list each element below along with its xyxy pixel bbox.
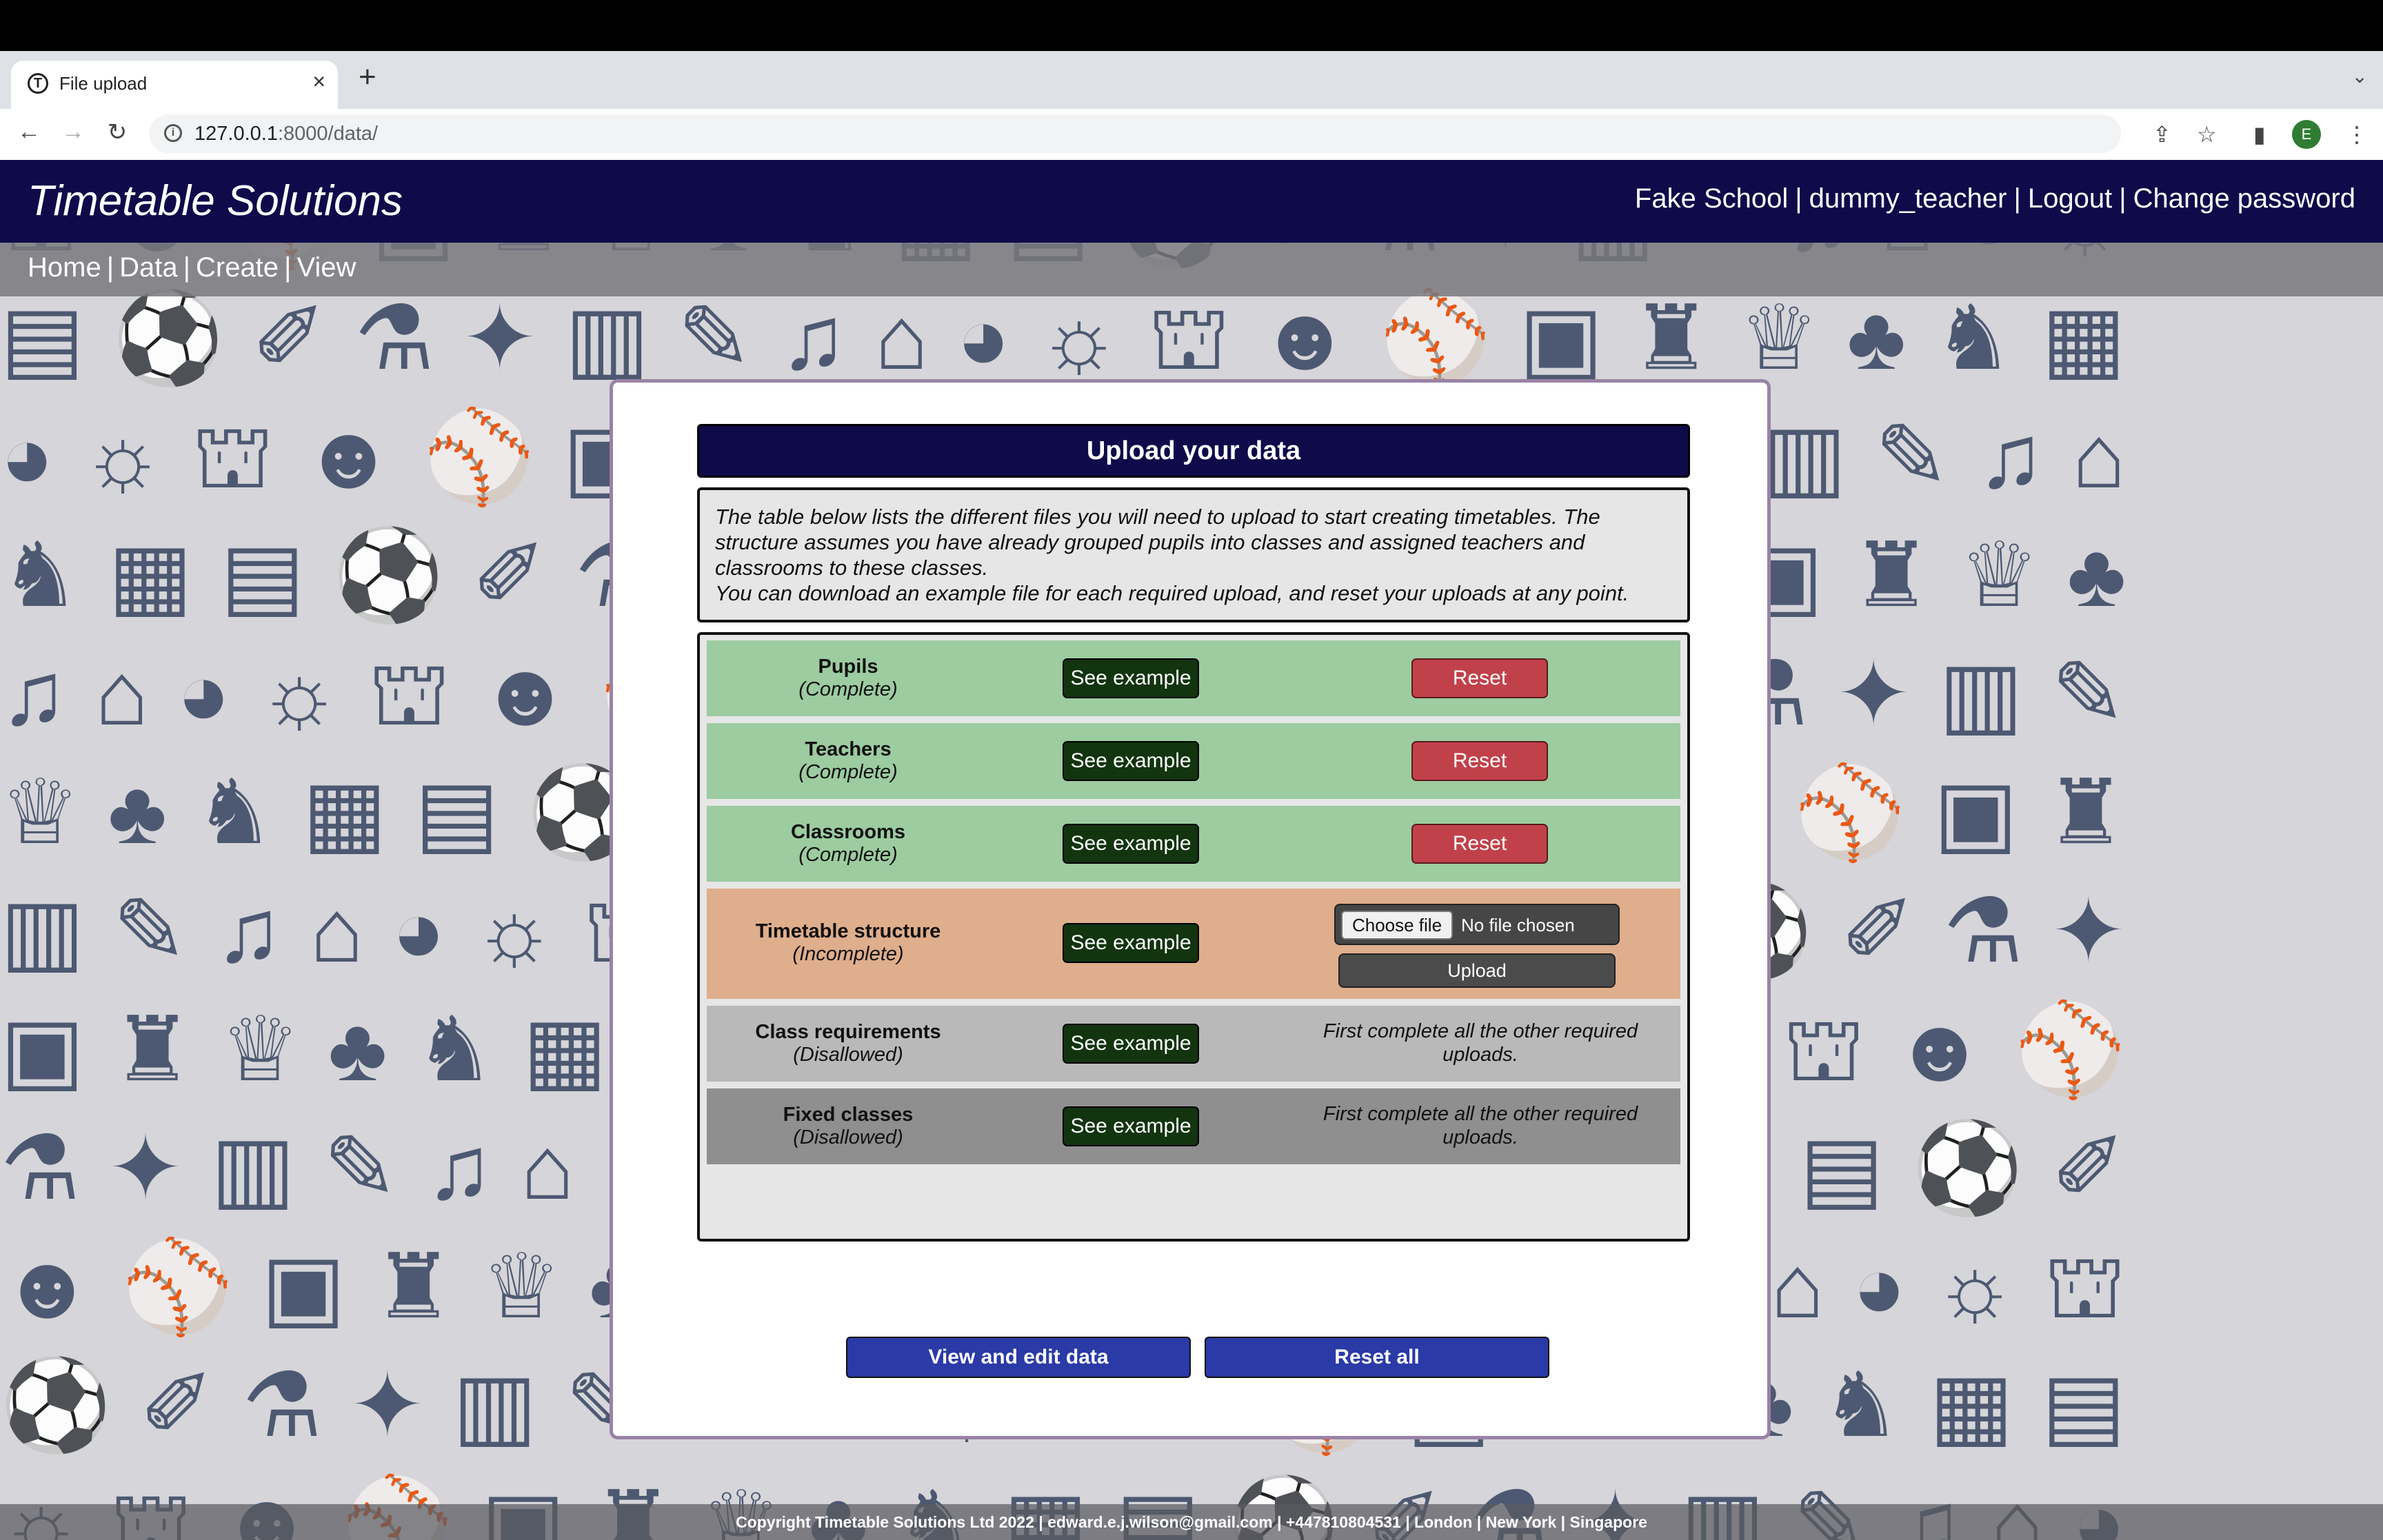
intro-paragraph: The table below lists the different file…	[715, 505, 1600, 580]
nav-home[interactable]: Home	[28, 252, 101, 283]
row-name: Classrooms	[790, 821, 905, 843]
reset-button[interactable]: Reset	[1411, 658, 1548, 698]
row-status: (Complete)	[798, 761, 898, 783]
window-top-bar	[0, 0, 2383, 51]
tab-strip: T File upload × + ⌄	[0, 51, 2383, 109]
row-name: Timetable structure	[755, 920, 941, 942]
separator: |	[284, 252, 292, 283]
table-row: Teachers (Complete) See example Reset	[707, 723, 1680, 799]
nav-data[interactable]: Data	[119, 252, 178, 283]
intro-paragraph-2: You can download an example file for eac…	[715, 581, 1629, 605]
row-name: Pupils	[818, 656, 878, 678]
see-example-button[interactable]: See example	[1063, 1106, 1199, 1146]
main-nav: Home | Data | Create | View	[28, 252, 356, 283]
separator: |	[183, 252, 190, 283]
row-label: Teachers (Complete)	[707, 738, 989, 784]
view-edit-data-button[interactable]: View and edit data	[846, 1337, 1191, 1378]
nav-create[interactable]: Create	[196, 252, 279, 283]
user-link[interactable]: dummy_teacher	[1809, 183, 2007, 214]
separator: |	[2119, 183, 2126, 214]
see-example-button[interactable]: See example	[1063, 741, 1199, 781]
see-example-button[interactable]: See example	[1063, 658, 1199, 698]
separator: |	[1795, 183, 1802, 214]
upload-panel: Upload your data The table below lists t…	[610, 379, 1771, 1439]
page-content: ⛫☻⚾▣♜♕♣♞▦▤⚽✐⚗✦▥✎♫⌂◕☼ ▤⚽✐⚗✦▥✎♫⌂◕☼⛫☻⚾▣♜♕♣♞…	[0, 160, 2383, 1540]
intro-text: The table below lists the different file…	[697, 487, 1690, 622]
school-link[interactable]: Fake School	[1635, 183, 1788, 214]
file-status: No file chosen	[1461, 915, 1575, 935]
row-label: Classrooms (Complete)	[707, 821, 989, 867]
user-nav: Fake School | dummy_teacher | Logout | Change …	[1635, 183, 2355, 214]
new-tab-button[interactable]: +	[359, 62, 376, 92]
table-row: Classrooms (Complete) See example Reset	[707, 806, 1680, 882]
disallowed-message: First complete all the other required up…	[1323, 1103, 1638, 1148]
nav-view[interactable]: View	[296, 252, 356, 283]
browser-toolbar: ← → ↻ i 127.0.0.1:8000/data/ ⇪ ☆ ▮ E ⋮	[0, 109, 2383, 161]
url-text: 127.0.0.1:8000/data/	[194, 123, 379, 145]
star-icon[interactable]: ☆	[2197, 121, 2217, 148]
panel-title: Upload your data	[697, 424, 1690, 478]
reload-icon[interactable]: ↻	[102, 119, 132, 146]
browser-tab[interactable]: T File upload ×	[11, 61, 338, 109]
tab-title: File upload	[59, 73, 148, 94]
kebab-menu-icon[interactable]: ⋮	[2346, 121, 2368, 148]
brand-title[interactable]: Timetable Solutions	[28, 176, 403, 225]
tab-search-icon[interactable]: ⌄	[2352, 65, 2368, 88]
forward-icon[interactable]: →	[58, 119, 88, 145]
favicon-icon: T	[28, 73, 48, 94]
app-header: Timetable Solutions Fake School | dummy_te…	[0, 160, 2383, 243]
separator: |	[106, 252, 114, 283]
row-status: (Complete)	[798, 678, 898, 700]
row-status: (Disallowed)	[793, 1126, 903, 1148]
row-status: (Disallowed)	[793, 1044, 903, 1066]
row-status: (Complete)	[798, 844, 898, 866]
change-password-link[interactable]: Change password	[2133, 183, 2355, 214]
separator: |	[2013, 183, 2021, 214]
row-status: (Incomplete)	[792, 943, 904, 965]
row-label: Pupils (Complete)	[707, 656, 989, 701]
info-icon[interactable]: i	[164, 124, 182, 142]
disallowed-message: First complete all the other required up…	[1323, 1020, 1638, 1066]
table-row: Pupils (Complete) See example Reset	[707, 640, 1680, 716]
main-nav-bar: Home | Data | Create | View	[0, 243, 2383, 296]
back-icon[interactable]: ←	[14, 119, 44, 145]
see-example-button[interactable]: See example	[1063, 824, 1199, 864]
row-label: Timetable structure (Incomplete)	[707, 920, 989, 966]
table-row: Timetable structure (Incomplete) See exa…	[707, 889, 1680, 999]
row-name: Class requirements	[755, 1021, 941, 1043]
file-input[interactable]: Choose file No file chosen	[1334, 904, 1620, 945]
row-label: Class requirements (Disallowed)	[707, 1021, 989, 1066]
row-name: Teachers	[805, 738, 892, 760]
footer: Copyright Timetable Solutions Ltd 2022 |…	[0, 1504, 2383, 1540]
table-row: Fixed classes (Disallowed) See example F…	[707, 1088, 1680, 1164]
reset-all-button[interactable]: Reset all	[1205, 1337, 1549, 1378]
close-tab-icon[interactable]: ×	[312, 69, 325, 94]
see-example-button[interactable]: See example	[1063, 1024, 1199, 1064]
logout-link[interactable]: Logout	[2028, 183, 2112, 214]
choose-file-button[interactable]: Choose file	[1341, 911, 1453, 940]
row-label: Fixed classes (Disallowed)	[707, 1104, 989, 1149]
table-row: Class requirements (Disallowed) See exam…	[707, 1006, 1680, 1082]
see-example-button[interactable]: See example	[1063, 923, 1199, 963]
reset-button[interactable]: Reset	[1411, 741, 1548, 781]
upload-table: Pupils (Complete) See example Reset Teac…	[697, 632, 1690, 1242]
side-panel-icon[interactable]: ▮	[2253, 121, 2266, 148]
upload-button[interactable]: Upload	[1338, 953, 1616, 988]
reset-button[interactable]: Reset	[1411, 824, 1548, 864]
row-name: Fixed classes	[783, 1104, 914, 1126]
address-bar[interactable]: i 127.0.0.1:8000/data/	[149, 114, 2121, 153]
profile-avatar[interactable]: E	[2292, 120, 2321, 149]
share-icon[interactable]: ⇪	[2153, 121, 2171, 148]
